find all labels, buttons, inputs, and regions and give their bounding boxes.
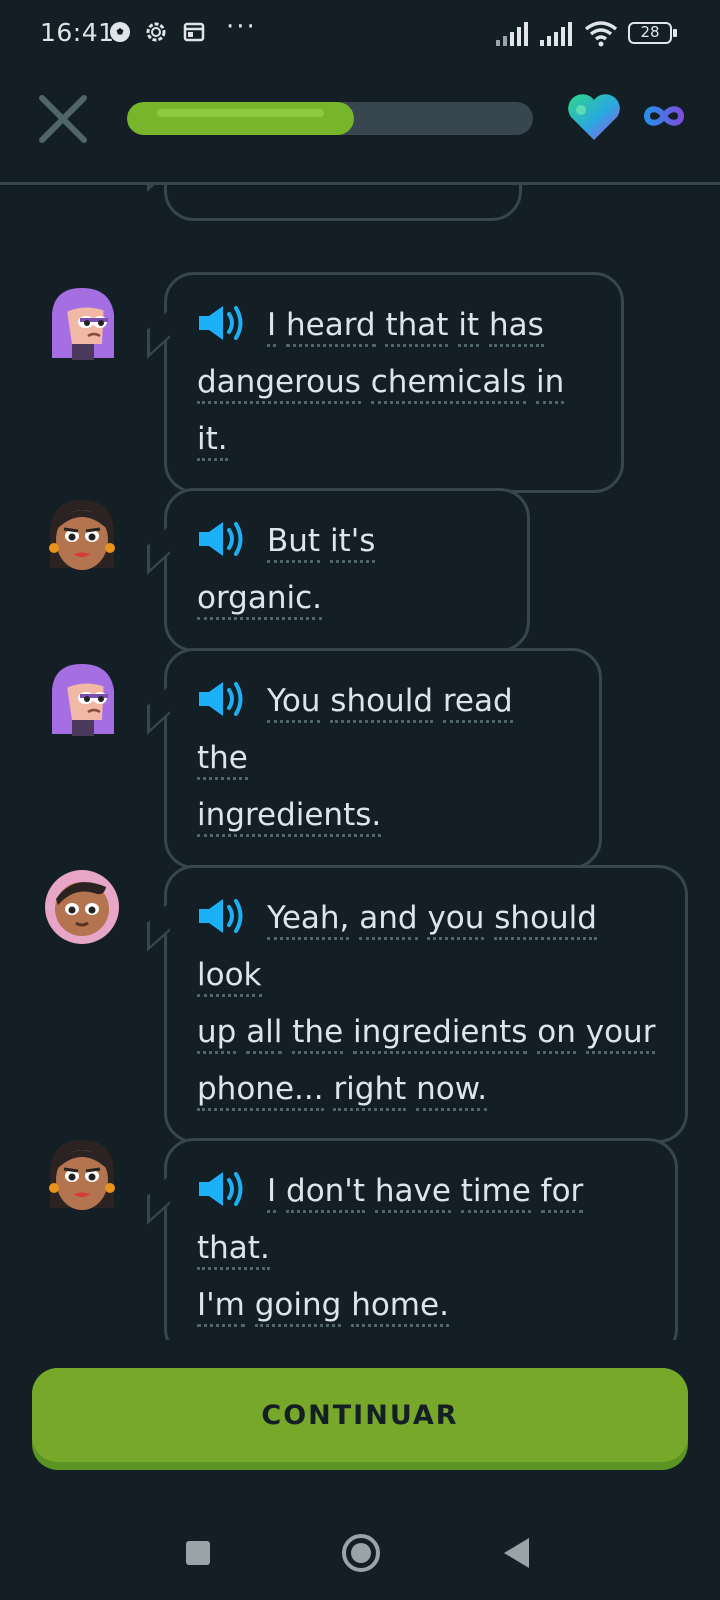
- word[interactable]: has: [488, 307, 544, 347]
- word[interactable]: ingredients: [353, 1014, 528, 1054]
- message-bubble: I don't have time for that. I'm going ho…: [164, 1138, 678, 1340]
- close-button[interactable]: [36, 92, 90, 146]
- word[interactable]: all: [246, 1014, 283, 1054]
- speaker-icon[interactable]: [197, 520, 247, 558]
- message-text: I heard that it has dangerous chemicals …: [197, 297, 593, 468]
- message-bubble: You should read the ingredients.: [164, 648, 602, 869]
- word[interactable]: it's: [329, 523, 376, 563]
- infinity-icon: [644, 106, 684, 126]
- word[interactable]: now.: [416, 1071, 488, 1111]
- word[interactable]: chemicals: [370, 364, 527, 404]
- back-button[interactable]: [504, 1538, 529, 1568]
- avatar: [52, 664, 114, 736]
- word[interactable]: the: [292, 1014, 344, 1054]
- signal-icon: [496, 22, 528, 46]
- avatar: [44, 185, 120, 191]
- word[interactable]: it: [458, 307, 480, 347]
- word[interactable]: Yeah,: [267, 900, 350, 940]
- word[interactable]: time: [460, 1173, 531, 1213]
- speaker-icon[interactable]: [197, 1170, 247, 1208]
- battery-icon: 28: [628, 22, 677, 44]
- word[interactable]: ingredients.: [197, 797, 382, 837]
- status-bar: 16:41 ··· 28: [0, 0, 720, 70]
- word[interactable]: that.: [197, 1230, 270, 1270]
- status-time: 16:41: [40, 18, 115, 47]
- word[interactable]: should: [330, 683, 433, 723]
- more-dots-icon: ···: [226, 12, 257, 42]
- message-bubble: [164, 185, 522, 221]
- word[interactable]: it.: [197, 421, 228, 461]
- word[interactable]: that: [385, 307, 449, 347]
- speaker-icon[interactable]: [197, 680, 247, 718]
- word[interactable]: should: [494, 900, 597, 940]
- word[interactable]: don't: [286, 1173, 365, 1213]
- speaker-icon[interactable]: [197, 897, 247, 935]
- continue-button-shadow: CONTINUAR: [32, 1368, 688, 1470]
- avatar: [49, 500, 115, 570]
- avatar: [52, 288, 114, 360]
- close-icon: [39, 95, 87, 143]
- gradient-heart-icon[interactable]: [566, 92, 622, 142]
- wifi-icon: [584, 21, 618, 47]
- word[interactable]: in: [536, 364, 565, 404]
- message-text: But it's organic.: [197, 513, 499, 627]
- word[interactable]: your: [585, 1014, 656, 1054]
- word[interactable]: up: [197, 1014, 237, 1054]
- message-bubble: Yeah, and you should look up all the ing…: [164, 865, 688, 1143]
- dialogue-list: I heard that it has dangerous chemicals …: [0, 185, 720, 1340]
- word[interactable]: I'm: [197, 1287, 245, 1327]
- message-text: I don't have time for that. I'm going ho…: [197, 1163, 647, 1334]
- calendar-icon: [183, 22, 205, 42]
- word[interactable]: heard: [286, 307, 376, 347]
- message-bubble: I heard that it has dangerous chemicals …: [164, 272, 624, 493]
- battery-level: 28: [640, 23, 660, 41]
- word[interactable]: phone...: [197, 1071, 324, 1111]
- word[interactable]: for: [540, 1173, 584, 1213]
- word[interactable]: I: [267, 307, 277, 347]
- word[interactable]: I: [267, 1173, 277, 1213]
- recent-apps-button[interactable]: [186, 1541, 210, 1565]
- speaker-icon[interactable]: [197, 304, 247, 342]
- gear-icon: [146, 22, 166, 42]
- message-text: Yeah, and you should look up all the ing…: [197, 890, 657, 1118]
- word[interactable]: home.: [351, 1287, 449, 1327]
- progress-fill: [127, 102, 355, 135]
- word[interactable]: you: [427, 900, 485, 940]
- continue-button[interactable]: CONTINUAR: [32, 1368, 688, 1462]
- word[interactable]: and: [359, 900, 418, 940]
- progress-shine: [157, 109, 325, 117]
- word[interactable]: right: [333, 1071, 407, 1111]
- avatar: [45, 870, 119, 944]
- word[interactable]: dangerous: [197, 364, 361, 404]
- word[interactable]: have: [374, 1173, 451, 1213]
- word[interactable]: You: [267, 683, 321, 723]
- word[interactable]: organic.: [197, 580, 322, 620]
- word[interactable]: going: [254, 1287, 342, 1327]
- word[interactable]: look: [197, 957, 262, 997]
- lesson-progress-bar: [127, 102, 533, 135]
- message-bubble: But it's organic.: [164, 488, 530, 652]
- message-text: You should read the ingredients.: [197, 673, 571, 844]
- signal-icon: [540, 22, 572, 46]
- avatar: [49, 1140, 115, 1210]
- word[interactable]: But: [267, 523, 321, 563]
- soccer-ball-icon: [110, 22, 130, 42]
- word[interactable]: on: [537, 1014, 576, 1054]
- word[interactable]: the: [197, 740, 248, 780]
- home-button[interactable]: [342, 1534, 380, 1572]
- word[interactable]: read: [442, 683, 513, 723]
